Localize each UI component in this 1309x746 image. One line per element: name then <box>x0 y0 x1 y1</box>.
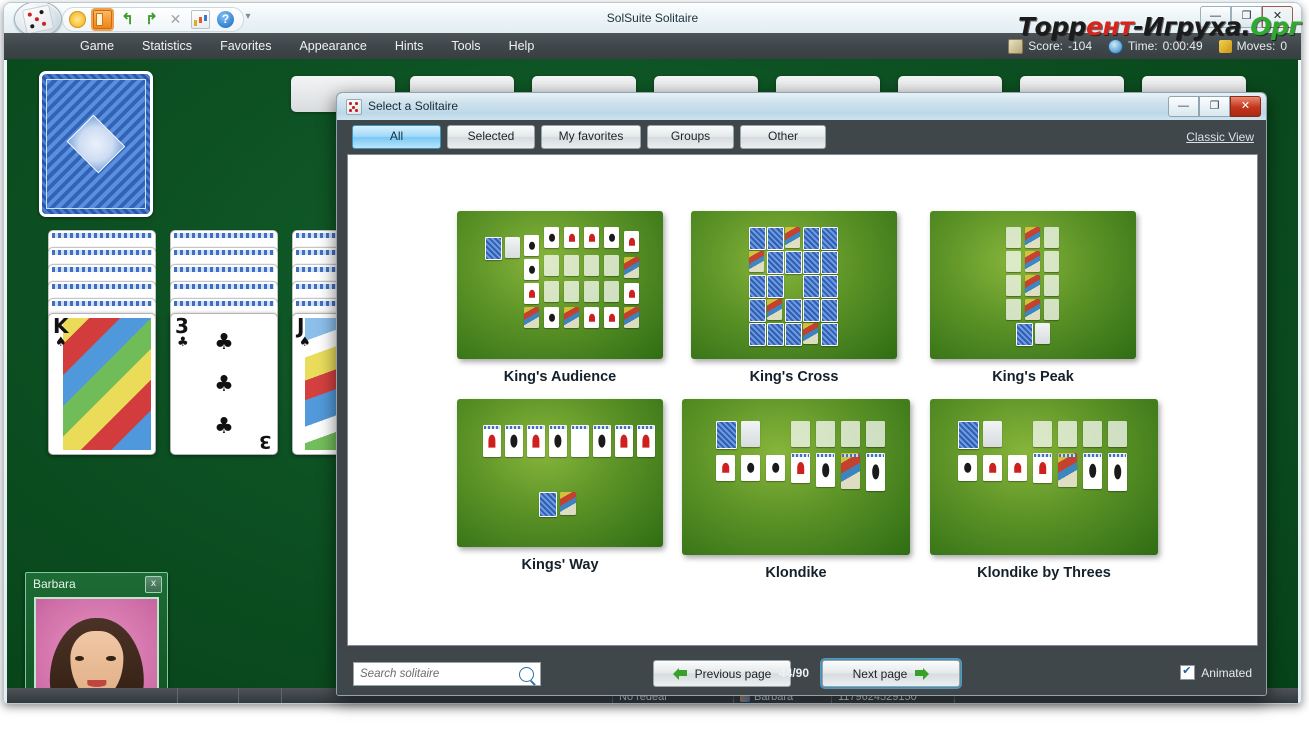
dialog-footer: Search solitaire Previous page 44/90 Nex… <box>337 650 1266 695</box>
window-controls: — ❐ ✕ <box>1200 6 1293 28</box>
menu-item-favorites[interactable]: Favorites <box>206 39 285 53</box>
maximize-button[interactable]: ❐ <box>1231 6 1262 28</box>
tab-groups[interactable]: Groups <box>647 125 734 149</box>
status-cell-3 <box>239 688 282 704</box>
arrow-right-icon <box>914 668 929 680</box>
dialog-window-controls: — ❐ ✕ <box>1168 96 1261 117</box>
dialog-toolbar: All Selected My favorites Groups Other C… <box>337 120 1266 153</box>
menu-item-appearance[interactable]: Appearance <box>285 39 380 53</box>
clock-icon <box>1108 39 1123 54</box>
card-rank-bottom: 3 <box>259 431 272 452</box>
previous-page-label: Previous page <box>695 667 772 681</box>
minimize-button[interactable]: — <box>1200 6 1231 28</box>
status-cell-1 <box>7 688 178 704</box>
opponent-header: Barbara x <box>26 573 167 595</box>
search-input[interactable]: Search solitaire <box>353 662 541 686</box>
tab-other[interactable]: Other <box>740 125 826 149</box>
thumbnail-kings-peak[interactable] <box>930 211 1136 359</box>
dialog-minimize-button[interactable]: — <box>1168 96 1199 117</box>
dialog-maximize-button[interactable]: ❐ <box>1199 96 1230 117</box>
thumbnail-klondike-by-threes[interactable] <box>930 399 1158 555</box>
page-indicator: 44/90 <box>779 666 809 680</box>
game-name-kings-cross: King's Cross <box>691 369 897 385</box>
thumbnail-kings-way[interactable] <box>457 399 663 547</box>
tab-selected[interactable]: Selected <box>447 125 535 149</box>
card-rank: K <box>53 316 69 336</box>
thumbnail-kings-audience[interactable] <box>457 211 663 359</box>
card-suit: ♠ <box>55 336 67 349</box>
title-bar: ↰ ↱ ✕ ? ▾ SolSuite Solitaire — ❐ ✕ <box>4 3 1301 33</box>
previous-page-button[interactable]: Previous page <box>653 660 791 687</box>
card-king-spades[interactable]: K ♠ <box>48 313 156 455</box>
game-name-klondike-by-threes: Klondike by Threes <box>930 565 1158 581</box>
tab-all[interactable]: All <box>352 125 441 149</box>
menu-item-statistics[interactable]: Statistics <box>128 39 206 53</box>
select-solitaire-dialog: Select a Solitaire — ❐ ✕ All Selected My… <box>336 92 1267 696</box>
animated-label: Animated <box>1201 666 1252 680</box>
menu-item-help[interactable]: Help <box>495 39 549 53</box>
time-status: Time: 0:00:49 <box>1108 39 1203 54</box>
time-label: Time: <box>1128 39 1158 53</box>
score-icon <box>1008 39 1023 54</box>
solitaire-grid: King's Audience <box>347 154 1258 646</box>
time-value: 0:00:49 <box>1163 39 1203 53</box>
dialog-title-bar: Select a Solitaire — ❐ ✕ <box>337 93 1266 121</box>
menu-items: Game Statistics Favorites Appearance Hin… <box>66 33 548 59</box>
game-name-kings-way: Kings' Way <box>457 557 663 573</box>
thumbnail-klondike[interactable] <box>682 399 910 555</box>
menu-item-game[interactable]: Game <box>66 39 128 53</box>
score-status: Score: -104 <box>1008 39 1092 54</box>
close-button[interactable]: ✕ <box>1262 6 1293 28</box>
opponent-panel[interactable]: Barbara x <box>25 572 168 704</box>
moves-status: Moves: 0 <box>1219 39 1287 53</box>
next-page-label: Next page <box>853 667 908 681</box>
score-value: -104 <box>1068 39 1092 53</box>
next-page-button[interactable]: Next page <box>822 660 960 687</box>
menu-bar: Game Statistics Favorites Appearance Hin… <box>4 33 1301 60</box>
opponent-name: Barbara <box>33 577 76 591</box>
thumbnail-kings-cross[interactable] <box>691 211 897 359</box>
arrow-left-icon <box>673 668 688 680</box>
score-label: Score: <box>1028 39 1063 53</box>
game-name-klondike: Klondike <box>682 565 910 581</box>
tab-my-favorites[interactable]: My favorites <box>541 125 641 149</box>
moves-icon <box>1219 40 1232 53</box>
opponent-close-button[interactable]: x <box>145 576 162 593</box>
classic-view-link[interactable]: Classic View <box>1186 130 1254 144</box>
dialog-icon <box>346 99 362 115</box>
card-rank: 3 <box>175 316 189 336</box>
animated-checkbox[interactable] <box>1180 665 1195 680</box>
menu-item-hints[interactable]: Hints <box>381 39 437 53</box>
card-suit: ♣ <box>177 336 189 349</box>
animated-toggle[interactable]: Animated <box>1180 665 1252 680</box>
game-name-kings-peak: King's Peak <box>930 369 1136 385</box>
window-title: SolSuite Solitaire <box>4 11 1301 25</box>
card-rank: J <box>297 316 304 336</box>
app-root: ↰ ↱ ✕ ? ▾ SolSuite Solitaire — ❐ ✕ Game … <box>0 0 1309 746</box>
card-three-clubs[interactable]: 3 ♣ ♣ ♣ ♣ 3 <box>170 313 278 455</box>
search-icon[interactable] <box>519 667 534 682</box>
stock-pile[interactable] <box>39 71 153 217</box>
card-suit: ♠ <box>299 336 311 349</box>
game-status: Score: -104 Time: 0:00:49 Moves: 0 <box>1008 33 1287 59</box>
status-cell-2 <box>178 688 239 704</box>
dialog-close-button[interactable]: ✕ <box>1230 96 1261 117</box>
moves-value: 0 <box>1280 39 1287 53</box>
game-name-kings-audience: King's Audience <box>457 369 663 385</box>
menu-item-tools[interactable]: Tools <box>437 39 494 53</box>
dialog-title: Select a Solitaire <box>368 99 458 113</box>
search-placeholder: Search solitaire <box>360 668 439 680</box>
moves-label: Moves: <box>1237 39 1276 53</box>
